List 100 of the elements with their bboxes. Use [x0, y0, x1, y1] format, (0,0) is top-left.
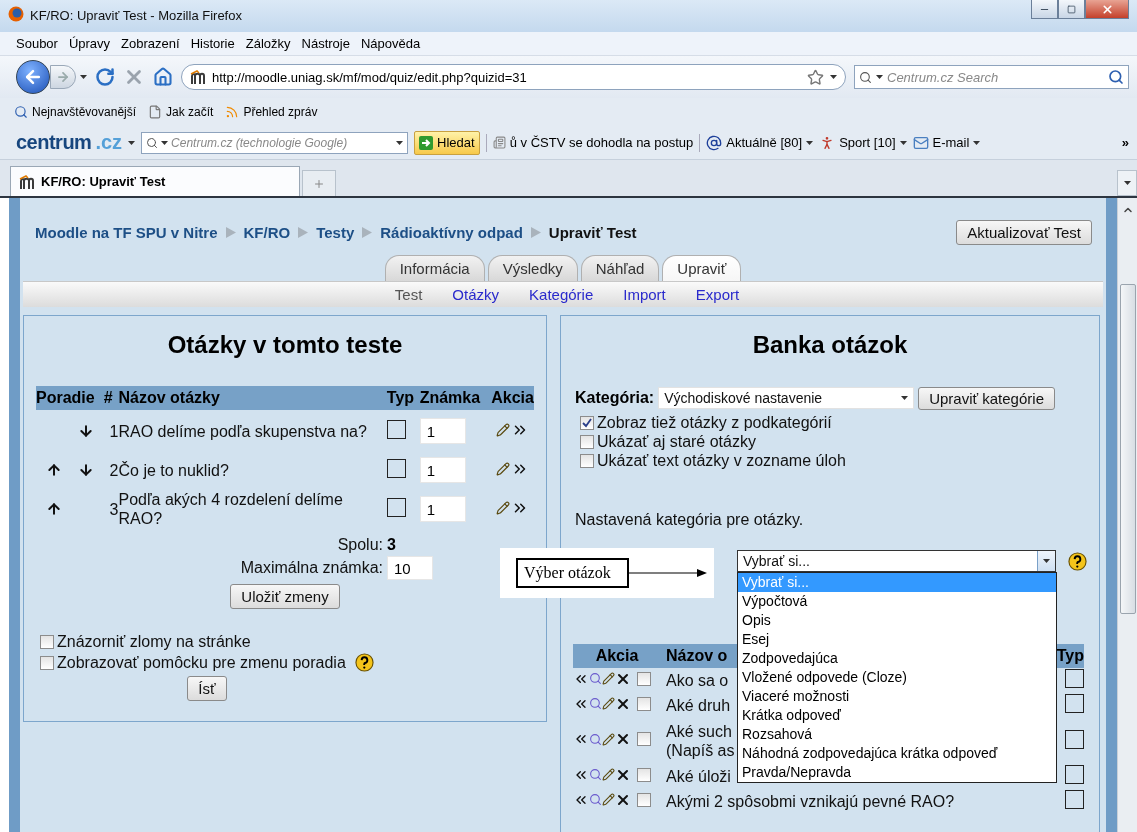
- menu-item[interactable]: Zobrazení: [117, 34, 184, 53]
- caret-icon[interactable]: [899, 140, 907, 145]
- checkbox[interactable]: [40, 655, 54, 670]
- checkbox[interactable]: [580, 435, 594, 449]
- caret-icon[interactable]: [396, 140, 404, 145]
- edit-icon[interactable]: [602, 768, 615, 781]
- category-select[interactable]: Východiskové nastavenie: [658, 387, 915, 409]
- caret-icon[interactable]: [161, 140, 169, 145]
- caret-icon[interactable]: [1123, 181, 1131, 185]
- move-down-icon[interactable]: [78, 462, 94, 478]
- breadcrumb-link[interactable]: Rádioaktívny odpad: [380, 223, 523, 241]
- tab[interactable]: Náhľad: [580, 255, 660, 281]
- subtab-link[interactable]: Import: [623, 286, 666, 303]
- help-icon[interactable]: [354, 653, 374, 672]
- star-icon[interactable]: [807, 68, 824, 86]
- search-icon[interactable]: [589, 732, 602, 746]
- move-up-icon[interactable]: [46, 462, 62, 478]
- checkbox[interactable]: [40, 635, 54, 649]
- edit-categories-button[interactable]: Upraviť kategórie: [918, 386, 1055, 410]
- toolbar-item[interactable]: ů v ČSTV se dohodla na postup: [509, 135, 694, 150]
- edit-icon[interactable]: [602, 672, 615, 685]
- edit-icon[interactable]: [602, 793, 615, 806]
- checkbox[interactable]: [637, 792, 651, 807]
- subtab-link[interactable]: Export: [695, 286, 740, 303]
- search-button[interactable]: Hledat: [414, 130, 480, 155]
- edit-icon[interactable]: [496, 462, 511, 476]
- menu-item[interactable]: Úpravy: [64, 34, 115, 53]
- checkbox[interactable]: [637, 732, 651, 746]
- search-icon[interactable]: [589, 768, 602, 781]
- caret-icon[interactable]: [973, 140, 981, 145]
- tab[interactable]: Výsledky: [487, 255, 578, 281]
- menu-item[interactable]: Soubor: [12, 34, 62, 53]
- caret-icon[interactable]: [876, 75, 883, 79]
- search-icon[interactable]: [589, 697, 602, 710]
- scrollbar[interactable]: [1117, 198, 1137, 832]
- breadcrumb-link[interactable]: KF/RO: [243, 223, 291, 241]
- subtab-link[interactable]: Kategórie: [529, 286, 594, 303]
- toolbar-item[interactable]: Aktuálně [80]: [726, 135, 803, 150]
- tab[interactable]: Informácia: [384, 255, 485, 281]
- address-field[interactable]: http://moodle.uniag.sk/mf/mod/quiz/edit.php?quizid=31: [181, 64, 846, 90]
- maximize-button[interactable]: [1058, 0, 1085, 19]
- caret-icon[interactable]: [806, 140, 814, 145]
- save-changes-button[interactable]: Uložiť zmeny: [230, 584, 340, 609]
- tab[interactable]: Upraviť: [662, 255, 742, 281]
- edit-icon[interactable]: [496, 423, 511, 437]
- scrollbar-thumb[interactable]: [1119, 284, 1136, 614]
- checkbox[interactable]: [637, 767, 651, 782]
- reload-button[interactable]: [95, 67, 115, 87]
- checkbox[interactable]: [637, 696, 651, 711]
- checkbox[interactable]: [580, 454, 594, 468]
- close-icon: [1100, 2, 1114, 16]
- search-icon[interactable]: [589, 793, 602, 806]
- search-icon[interactable]: [589, 672, 602, 685]
- tab-list-button[interactable]: [1117, 170, 1137, 196]
- browser-tab[interactable]: KF/RO: Upraviť Test: [10, 166, 300, 196]
- update-test-button[interactable]: Aktualizovať Test: [956, 219, 1092, 245]
- back-button[interactable]: [16, 60, 50, 94]
- move-down-icon[interactable]: [78, 423, 94, 439]
- bookmark-link[interactable]: Přehled zpráv: [243, 105, 318, 119]
- menu-item[interactable]: Nápověda: [356, 34, 425, 53]
- caret-icon[interactable]: [830, 75, 837, 79]
- move-up-icon[interactable]: [46, 501, 62, 517]
- search-icon[interactable]: [1108, 69, 1124, 85]
- option-label: Zobrazovať pomôcku pre zmenu poradia: [57, 653, 346, 672]
- breadcrumb-link[interactable]: Moodle na TF SPU v Nitre: [35, 223, 218, 241]
- go-button[interactable]: Ísť: [187, 676, 227, 701]
- edit-icon[interactable]: [602, 697, 615, 710]
- dropdown-caret-icon[interactable]: [1043, 559, 1050, 563]
- max-grade-field[interactable]: 10: [387, 556, 433, 580]
- grade-field[interactable]: 1: [419, 457, 466, 483]
- search-field[interactable]: Centrum.cz Search: [854, 65, 1129, 89]
- question-type-select[interactable]: Vybrať si...: [737, 550, 1056, 572]
- overflow-button[interactable]: »: [1121, 135, 1129, 150]
- menu-item[interactable]: Záložky: [241, 34, 295, 53]
- caret-icon[interactable]: [128, 140, 136, 145]
- edit-icon[interactable]: [602, 732, 615, 746]
- breadcrumb-link[interactable]: Testy: [316, 223, 355, 241]
- bookmark-link[interactable]: Nejnavštěvovanější: [32, 105, 137, 119]
- grade-field[interactable]: 1: [419, 496, 466, 522]
- home-button[interactable]: [153, 67, 173, 87]
- grade-field[interactable]: 1: [419, 418, 466, 444]
- menu-item[interactable]: Historie: [186, 34, 239, 53]
- toolbar-logo[interactable]: centrum: [16, 131, 92, 154]
- checkbox[interactable]: [637, 671, 651, 686]
- close-button[interactable]: [1085, 0, 1129, 19]
- help-icon[interactable]: [1068, 551, 1087, 571]
- dropdown-caret-icon[interactable]: [900, 396, 908, 400]
- menu-item[interactable]: Nástroje: [297, 34, 354, 53]
- subtab-link[interactable]: Test: [394, 286, 423, 303]
- checkbox[interactable]: [580, 416, 594, 430]
- type-icon: [386, 497, 406, 517]
- minimize-button[interactable]: [1031, 0, 1058, 19]
- history-caret-icon[interactable]: [80, 75, 87, 79]
- toolbar-item[interactable]: Sport [10]: [839, 135, 896, 150]
- bookmark-link[interactable]: Jak začít: [166, 105, 214, 119]
- edit-icon[interactable]: [496, 501, 511, 515]
- delete-icon[interactable]: [615, 731, 631, 747]
- toolbar-item[interactable]: E-mail: [932, 135, 970, 150]
- subtab-link[interactable]: Otázky: [452, 286, 500, 303]
- search-field[interactable]: Centrum.cz (technologie Google): [141, 131, 409, 154]
